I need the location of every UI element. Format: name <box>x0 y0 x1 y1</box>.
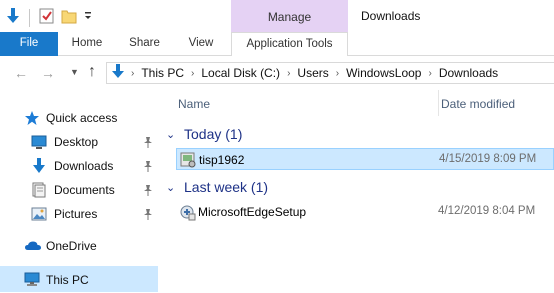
file-date: 4/15/2019 8:09 PM <box>439 153 537 165</box>
tab-home[interactable]: Home <box>62 32 112 56</box>
sidebar-item-label: This PC <box>46 273 89 287</box>
down-arrow-icon[interactable] <box>6 7 20 28</box>
pictures-icon <box>31 206 47 222</box>
ribbon-tabs: File Home Share View Application Tools <box>0 32 554 57</box>
breadcrumb-users[interactable]: Users <box>297 66 328 80</box>
sidebar-item-label: OneDrive <box>46 239 97 253</box>
file-name: MicrosoftEdgeSetup <box>198 205 307 219</box>
pin-icon[interactable] <box>143 136 153 148</box>
breadcrumb-this-pc[interactable]: This PC <box>141 66 184 80</box>
recent-locations-chevron-icon[interactable]: ▼ <box>70 67 79 77</box>
computer-icon <box>24 271 40 287</box>
new-folder-icon[interactable] <box>61 7 77 28</box>
group-header-last-week[interactable]: ⌄ Last week (1) <box>166 177 554 197</box>
file-list: Name Date modified ⌄ Today (1) tisp1962 … <box>158 90 554 293</box>
sidebar-item-label: Downloads <box>54 159 114 173</box>
title-bar: Manage Downloads <box>0 0 554 32</box>
group-label: Last week (1) <box>184 179 269 195</box>
breadcrumb-separator[interactable]: › <box>428 68 431 79</box>
breadcrumb-downloads[interactable]: Downloads <box>439 66 498 80</box>
list-item[interactable]: tisp1962 4/15/2019 8:09 PM <box>176 148 554 170</box>
quick-access-toolbar <box>6 7 93 28</box>
cloud-icon <box>24 238 41 254</box>
sidebar-item-onedrive[interactable]: OneDrive <box>0 235 158 257</box>
breadcrumb-separator[interactable]: › <box>131 68 134 79</box>
collapse-chevron-icon[interactable]: ⌄ <box>166 128 182 141</box>
sidebar-item-documents[interactable]: Documents <box>0 179 158 201</box>
window-title: Downloads <box>361 9 421 23</box>
breadcrumb-separator[interactable]: › <box>336 68 339 79</box>
sidebar-item-quick-access[interactable]: Quick access <box>0 107 158 129</box>
download-icon <box>31 158 47 174</box>
breadcrumb-local-disk[interactable]: Local Disk (C:) <box>201 66 280 80</box>
sidebar-item-label: Desktop <box>54 135 99 149</box>
pin-icon[interactable] <box>143 160 153 172</box>
file-date: 4/12/2019 8:04 PM <box>438 205 536 217</box>
tab-application-tools[interactable]: Application Tools <box>231 32 348 57</box>
manage-context-group: Manage <box>231 0 348 32</box>
pin-icon[interactable] <box>143 208 153 220</box>
tab-file[interactable]: File <box>0 32 58 56</box>
documents-icon <box>31 182 47 198</box>
back-arrow-icon[interactable]: ← <box>14 65 28 81</box>
sidebar-item-desktop[interactable]: Desktop <box>0 131 158 153</box>
forward-arrow-icon[interactable]: → <box>41 65 55 81</box>
setup-icon <box>178 203 196 221</box>
navigation-row: ← → ▼ ↑ › This PC › Local Disk (C:) › Us… <box>0 56 554 90</box>
collapse-chevron-icon[interactable]: ⌄ <box>166 181 182 194</box>
file-name: tisp1962 <box>199 153 245 167</box>
tab-share[interactable]: Share <box>122 32 167 56</box>
sidebar-item-label: Documents <box>54 183 115 197</box>
tab-view[interactable]: View <box>180 32 222 56</box>
sidebar-item-this-pc[interactable]: This PC <box>0 266 158 292</box>
properties-check-icon[interactable] <box>39 7 55 28</box>
address-bar[interactable]: › This PC › Local Disk (C:) › Users › Wi… <box>106 62 554 84</box>
star-icon <box>24 110 40 126</box>
customize-toolbar-dropdown-icon[interactable] <box>83 7 93 28</box>
group-label: Today (1) <box>184 126 243 142</box>
download-icon <box>111 63 125 83</box>
list-item[interactable]: MicrosoftEdgeSetup 4/12/2019 8:04 PM <box>176 201 554 223</box>
group-header-today[interactable]: ⌄ Today (1) <box>166 124 554 144</box>
column-header-name[interactable]: Name <box>178 90 436 116</box>
breadcrumb-separator[interactable]: › <box>191 68 194 79</box>
setup-icon <box>179 151 197 169</box>
up-arrow-icon[interactable]: ↑ <box>88 63 96 81</box>
navigation-pane: Quick access Desktop Downloads Documents <box>0 90 158 293</box>
column-header-date-modified[interactable]: Date modified <box>438 90 554 116</box>
sidebar-item-downloads[interactable]: Downloads <box>0 155 158 177</box>
toolbar-divider <box>29 8 30 27</box>
sidebar-item-pictures[interactable]: Pictures <box>0 203 158 225</box>
breadcrumb-separator[interactable]: › <box>287 68 290 79</box>
breadcrumb-windowsloop[interactable]: WindowsLoop <box>346 66 421 80</box>
pin-icon[interactable] <box>143 184 153 196</box>
sidebar-item-label: Quick access <box>46 111 118 125</box>
sidebar-item-label: Pictures <box>54 207 98 221</box>
desktop-icon <box>31 134 47 150</box>
